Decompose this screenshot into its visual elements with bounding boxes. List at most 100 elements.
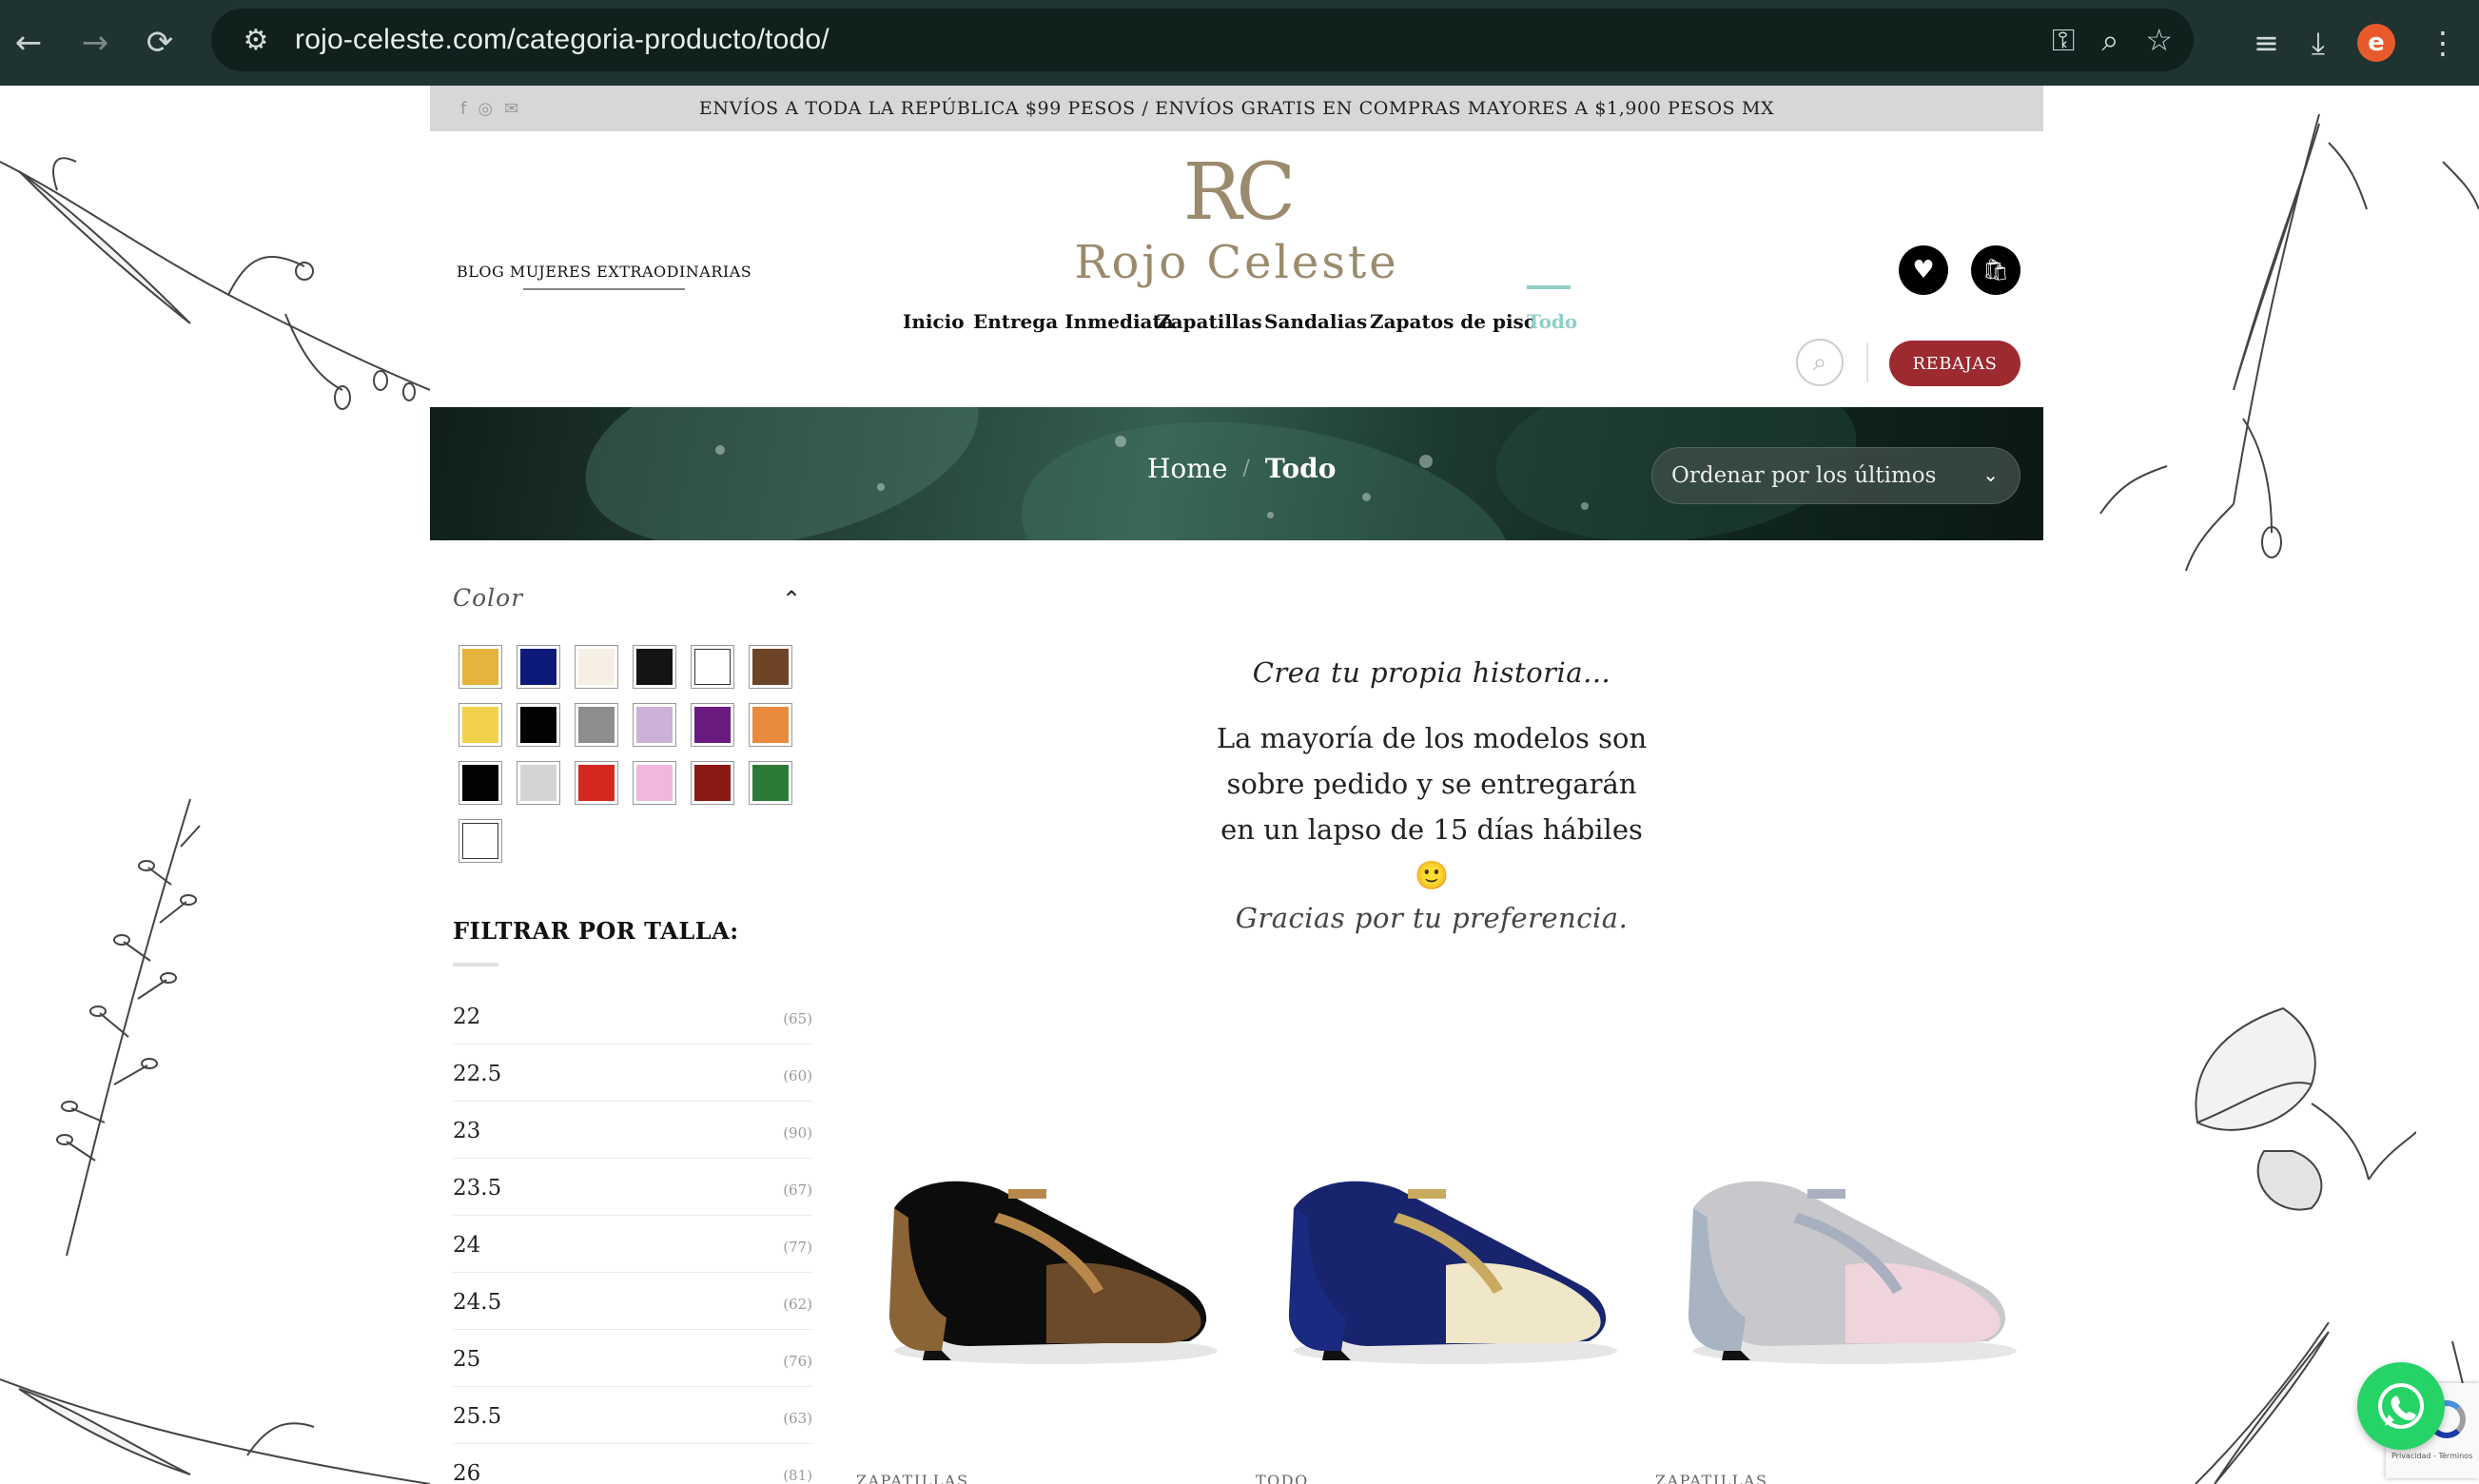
main-navigation: Inicio Entrega Inmediata Zapatillas Sand… xyxy=(430,285,2043,348)
nav-item-inicio[interactable]: Inicio xyxy=(903,310,965,333)
facebook-icon[interactable]: f xyxy=(460,99,466,119)
logo-name: Rojo Celeste xyxy=(1074,236,1399,289)
botanical-illustration-top-right xyxy=(2043,105,2479,580)
color-swatch[interactable] xyxy=(633,703,676,747)
color-swatch[interactable] xyxy=(459,761,502,805)
cart-bag-icon[interactable]: 🛍 xyxy=(1971,245,2020,295)
size-filter-item[interactable]: 23 (90) xyxy=(453,1102,812,1159)
size-filter-item[interactable]: 26 (81) xyxy=(453,1444,812,1484)
nav-item-todo[interactable]: Todo xyxy=(1527,285,1577,333)
recaptcha-terms[interactable]: Privacidad - Términos xyxy=(2391,1452,2472,1460)
reload-icon[interactable]: ⟳ xyxy=(131,14,188,71)
announcement-bar: f ◎ ✉ ENVÍOS A TODA LA REPÚBLICA $99 PES… xyxy=(430,86,2043,131)
back-icon[interactable]: ← xyxy=(0,14,57,71)
product-category[interactable]: ZAPATILLAS xyxy=(1655,1472,1767,1484)
size-count: (65) xyxy=(783,1010,812,1027)
color-swatch[interactable] xyxy=(517,645,560,689)
url-text[interactable]: rojo-celeste.com/categoria-producto/todo… xyxy=(295,24,830,56)
address-bar[interactable]: ⚙ rojo-celeste.com/categoria-producto/to… xyxy=(211,9,2194,71)
size-filter-item[interactable]: 25.5 (63) xyxy=(453,1387,812,1444)
website: f ◎ ✉ ENVÍOS A TODA LA REPÚBLICA $99 PES… xyxy=(430,86,2043,1484)
size-label: 26 xyxy=(453,1461,481,1484)
site-settings-icon[interactable]: ⚙ xyxy=(224,9,287,71)
size-count: (90) xyxy=(783,1124,812,1142)
product-card[interactable]: TODONina azul-nude-oro$989.00 xyxy=(1256,1123,1627,1484)
color-swatch[interactable] xyxy=(691,761,734,805)
size-count: (81) xyxy=(783,1467,812,1484)
color-swatch[interactable] xyxy=(633,761,676,805)
color-swatch[interactable] xyxy=(517,761,560,805)
product-image[interactable] xyxy=(1655,1123,2026,1389)
swatch-fill xyxy=(462,707,498,743)
product-card[interactable]: ZAPATILLASIsabel animal print-black$969.… xyxy=(856,1123,1227,1484)
profile-avatar[interactable]: e xyxy=(2357,24,2395,62)
download-icon[interactable]: ⤓ xyxy=(2312,25,2325,62)
color-filter-title: Color xyxy=(453,584,524,612)
chevron-up-icon[interactable]: ⌃ xyxy=(782,586,801,613)
color-swatch[interactable] xyxy=(749,645,792,689)
size-count: (60) xyxy=(783,1067,812,1084)
color-swatch[interactable] xyxy=(459,645,502,689)
site-logo[interactable]: RC Rojo Celeste xyxy=(430,154,2043,290)
nav-item-sandalias[interactable]: Sandalias xyxy=(1264,310,1367,333)
color-swatch[interactable] xyxy=(575,703,618,747)
breadcrumb-home[interactable]: Home xyxy=(1147,453,1227,484)
swatch-fill xyxy=(462,649,498,685)
swatch-fill xyxy=(578,649,615,685)
title-underline xyxy=(453,963,498,967)
social-links: f ◎ ✉ xyxy=(460,86,518,131)
size-filter-item[interactable]: 24.5 (62) xyxy=(453,1273,812,1330)
size-label: 25 xyxy=(453,1347,481,1372)
forward-icon[interactable]: → xyxy=(67,14,124,71)
breadcrumb-separator: / xyxy=(1242,457,1250,480)
sale-button[interactable]: REBAJAS xyxy=(1889,341,2020,386)
color-swatch[interactable] xyxy=(749,703,792,747)
size-label: 24.5 xyxy=(453,1290,502,1315)
swatch-fill xyxy=(462,823,498,859)
swatch-fill xyxy=(578,707,615,743)
size-label: 24 xyxy=(453,1233,481,1258)
color-swatch[interactable] xyxy=(459,703,502,747)
size-filter-item[interactable]: 22.5 (60) xyxy=(453,1045,812,1102)
size-count: (63) xyxy=(783,1410,812,1427)
instagram-icon[interactable]: ◎ xyxy=(478,99,493,119)
whatsapp-icon xyxy=(2378,1383,2424,1429)
menu-icon[interactable]: ⋮ xyxy=(2428,25,2458,61)
size-count: (67) xyxy=(783,1181,812,1199)
product-category[interactable]: TODO xyxy=(1256,1472,1309,1484)
size-filter-list: 22 (65) 22.5 (60) 23 (90) 23.5 (67) 24 (77) 24.5 (6… xyxy=(453,987,812,1484)
key-icon[interactable]: ⚿ xyxy=(2052,22,2075,59)
product-category[interactable]: ZAPATILLAS xyxy=(856,1472,968,1484)
wishlist-heart-icon[interactable]: ♥ xyxy=(1899,245,1948,295)
product-image[interactable] xyxy=(1256,1123,1627,1389)
size-filter-item[interactable]: 22 (65) xyxy=(453,987,812,1045)
email-icon[interactable]: ✉ xyxy=(504,99,518,119)
size-filter-item[interactable]: 25 (76) xyxy=(453,1330,812,1387)
swatch-fill xyxy=(694,649,731,685)
bookmark-star-icon[interactable]: ☆ xyxy=(2145,22,2173,58)
zoom-icon[interactable]: ⌕ xyxy=(2101,22,2118,59)
size-filter-title: FILTRAR POR TALLA: xyxy=(453,917,739,945)
size-filter-item[interactable]: 23.5 (67) xyxy=(453,1159,812,1216)
nav-item-entrega-inmediata[interactable]: Entrega Inmediata xyxy=(973,310,1174,333)
swatch-fill xyxy=(636,649,673,685)
color-swatch[interactable] xyxy=(749,761,792,805)
product-card[interactable]: ZAPATILLASLoie gris-rosa$969.00 xyxy=(1655,1123,2026,1484)
product-image[interactable] xyxy=(856,1123,1227,1389)
color-swatch[interactable] xyxy=(575,645,618,689)
size-filter-item[interactable]: 24 (77) xyxy=(453,1216,812,1273)
botanical-illustration-flower-right xyxy=(2131,989,2416,1237)
sort-dropdown[interactable]: Ordenar por los últimos ⌄ xyxy=(1651,447,2020,504)
color-swatch[interactable] xyxy=(691,645,734,689)
color-swatch[interactable] xyxy=(633,645,676,689)
color-swatch[interactable] xyxy=(691,703,734,747)
media-controls-icon[interactable]: ≡ xyxy=(2254,25,2279,61)
whatsapp-chat-button[interactable] xyxy=(2357,1362,2445,1450)
color-swatch[interactable] xyxy=(459,819,502,863)
search-icon[interactable]: ⌕ xyxy=(1796,339,1844,386)
nav-item-zapatos-de-piso[interactable]: Zapatos de piso xyxy=(1370,310,1536,333)
color-swatch[interactable] xyxy=(575,761,618,805)
nav-item-zapatillas[interactable]: Zapatillas xyxy=(1157,310,1262,333)
shoe-illustration xyxy=(888,1181,1218,1364)
color-swatch[interactable] xyxy=(517,703,560,747)
